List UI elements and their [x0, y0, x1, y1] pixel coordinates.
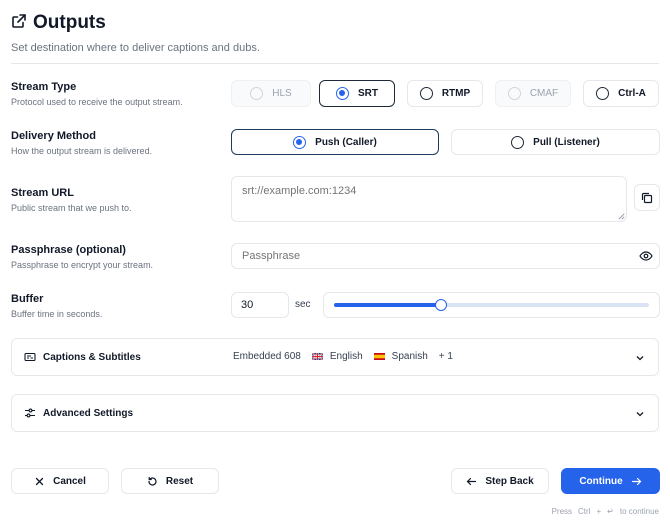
stream-url-input[interactable]: [231, 176, 627, 222]
caption-format: Embedded 608: [233, 351, 301, 362]
buffer-description: Buffer time in seconds.: [11, 309, 103, 319]
header-divider: [11, 63, 659, 64]
stream-type-option-cmaf[interactable]: CMAF: [495, 80, 571, 107]
option-label: Pull (Listener): [533, 136, 600, 148]
stream-url-label: Stream URL: [11, 187, 74, 199]
step-back-button[interactable]: Step Back: [451, 468, 549, 494]
buffer-slider-fill: [334, 303, 442, 307]
arrow-left-icon: [466, 477, 477, 485]
delivery-option-push[interactable]: Push (Caller): [231, 129, 439, 155]
option-label: Ctrl-A: [618, 88, 646, 99]
eye-icon[interactable]: [639, 249, 653, 263]
radio-icon: [250, 87, 264, 100]
passphrase-input[interactable]: [231, 243, 660, 269]
delivery-label-group: Delivery Method How the output stream is…: [11, 130, 152, 156]
cancel-button[interactable]: Cancel: [11, 468, 109, 494]
option-label: HLS: [272, 88, 292, 99]
page-subtitle: Set destination where to deliver caption…: [11, 42, 260, 54]
caption-more-count: + 1: [438, 351, 453, 362]
page-title: Outputs: [33, 12, 106, 33]
radio-icon: [507, 87, 521, 100]
passphrase-description: Passphrase to encrypt your stream.: [11, 260, 154, 270]
buffer-label: Buffer: [11, 293, 44, 305]
resize-grip-icon[interactable]: [617, 212, 625, 220]
caption-language-spanish: Spanish: [391, 351, 428, 362]
reset-label: Reset: [165, 475, 194, 487]
chevron-down-icon: [636, 356, 644, 361]
buffer-slider-container: [323, 292, 660, 318]
delivery-description: How the output stream is delivered.: [11, 146, 153, 156]
hint-press: Press: [551, 507, 573, 516]
option-label: RTMP: [441, 88, 471, 99]
captions-title: Captions & Subtitles: [43, 351, 141, 363]
passphrase-label: Passphrase (optional): [11, 244, 126, 256]
radio-selected-icon: [293, 135, 307, 149]
external-link-icon: [11, 13, 27, 34]
radio-icon: [419, 87, 433, 100]
stream-url-description: Public stream that we push to.: [11, 203, 132, 213]
captions-icon: [24, 352, 36, 362]
reset-button[interactable]: Reset: [121, 468, 219, 494]
buffer-label-group: Buffer Buffer time in seconds.: [11, 293, 102, 319]
cancel-label: Cancel: [53, 475, 86, 487]
close-icon: [35, 477, 44, 485]
arrow-right-icon: [631, 477, 642, 485]
hint-plus: +: [596, 507, 602, 516]
buffer-input[interactable]: [231, 292, 289, 318]
stream-type-option-hls[interactable]: HLS: [231, 80, 311, 107]
uk-flag-icon: [311, 353, 323, 360]
radio-selected-icon: [336, 87, 349, 100]
buffer-slider-thumb[interactable]: [435, 299, 448, 311]
option-label: CMAF: [529, 88, 559, 99]
captions-summary: Embedded 608 English Spanish + 1: [233, 351, 453, 362]
option-label: SRT: [358, 88, 378, 99]
stream-url-label-group: Stream URL Public stream that we push to…: [11, 187, 132, 213]
delivery-option-pull[interactable]: Pull (Listener): [451, 129, 660, 155]
buffer-unit: sec: [295, 299, 311, 310]
continue-button[interactable]: Continue: [561, 468, 660, 494]
continue-label: Continue: [579, 475, 623, 487]
passphrase-label-group: Passphrase (optional) Passphrase to encr…: [11, 244, 153, 270]
caption-language-english: English: [329, 351, 363, 362]
stream-type-option-ctrl-a[interactable]: Ctrl-A: [583, 80, 659, 107]
chevron-down-icon: [636, 412, 644, 417]
hint-key: Ctrl: [578, 507, 591, 516]
copy-icon: [641, 192, 653, 203]
keyboard-hint: Press Ctrl + ↵ to continue: [552, 507, 659, 516]
stream-type-option-rtmp[interactable]: RTMP: [407, 80, 483, 107]
stream-type-option-srt[interactable]: SRT: [319, 80, 395, 107]
captions-accordion[interactable]: Captions & Subtitles Embedded 608 Englis…: [11, 338, 659, 376]
stream-type-description: Protocol used to receive the output stre…: [11, 97, 183, 107]
advanced-settings-accordion[interactable]: Advanced Settings: [11, 394, 659, 432]
advanced-settings-title: Advanced Settings: [43, 407, 134, 419]
enter-key-icon: ↵: [607, 507, 614, 516]
spain-flag-icon: [373, 353, 385, 360]
page-header: Outputs: [11, 12, 106, 34]
radio-icon: [596, 87, 610, 100]
copy-button[interactable]: [634, 184, 660, 211]
buffer-slider-track[interactable]: [334, 299, 649, 311]
stream-type-label: Stream Type: [11, 81, 77, 93]
delivery-label: Delivery Method: [11, 130, 96, 142]
stream-type-label-group: Stream Type Protocol used to receive the…: [11, 81, 183, 107]
reset-icon: [148, 476, 157, 486]
sliders-icon: [25, 408, 35, 418]
option-label: Push (Caller): [315, 136, 377, 148]
radio-icon: [511, 135, 525, 149]
step-back-label: Step Back: [485, 475, 534, 487]
hint-to-continue: to continue: [619, 507, 659, 516]
